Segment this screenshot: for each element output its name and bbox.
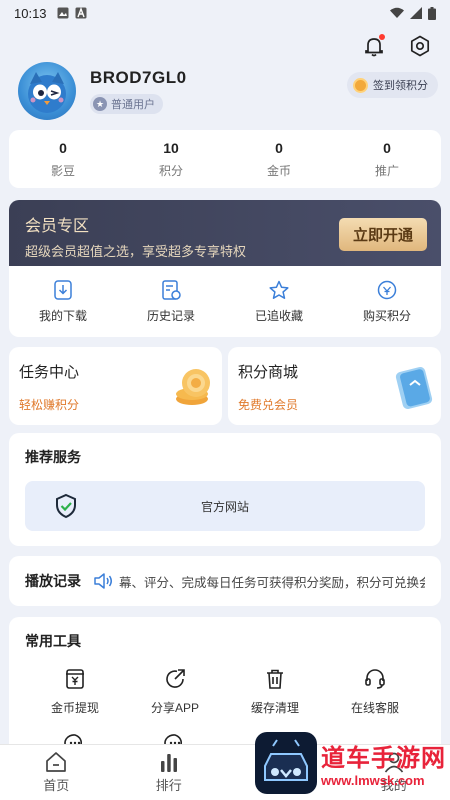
star-icon [269, 280, 289, 299]
stat-yingdou[interactable]: 0 影豆 [9, 130, 117, 188]
status-bar: 10:13 [0, 0, 450, 26]
tasks-card: 任务中心 轻松赚积分 积分商城 免费兑会员 [9, 347, 441, 425]
battery-icon [428, 6, 436, 20]
services-title: 推荐服务 [25, 449, 81, 465]
tool-label: 金币提现 [50, 701, 99, 715]
vip-item-label: 购买积分 [362, 309, 411, 323]
share-app-tool[interactable]: 分享APP [125, 667, 225, 716]
stat-value: 10 [163, 139, 179, 156]
stat-value: 0 [59, 139, 67, 156]
tab-label: 首页 [43, 778, 70, 793]
avatar[interactable] [18, 62, 76, 120]
tool-label: 缓存清理 [250, 701, 299, 715]
vip-item-label: 我的下载 [38, 309, 87, 323]
site-watermark: 道车手游网 www.lmwsk.com [255, 732, 446, 794]
points-mall[interactable]: 积分商城 免费兑会员 [228, 347, 441, 425]
vip-card: 会员专区 超级会员超值之选，享受超多专享特权 立即开通 我的下载 历史记录 已追… [9, 200, 441, 337]
gallery-notification-icon [57, 7, 69, 19]
stat-promotion[interactable]: 0 推广 [333, 130, 441, 188]
watermark-logo-icon [255, 732, 317, 794]
vip-item-label: 历史记录 [146, 309, 195, 323]
wifi-icon [390, 7, 404, 18]
withdraw-icon [66, 669, 84, 689]
recommended-services-card: 推荐服务 官方网站 [9, 433, 441, 546]
tab-label: 排行 [155, 778, 182, 793]
stat-label: 影豆 [50, 163, 75, 178]
online-support-tool[interactable]: 在线客服 [325, 667, 425, 716]
tool-label: 在线客服 [350, 701, 399, 715]
coin-stack-icon [176, 369, 210, 405]
play-history-card[interactable]: 播放记录 幕、评分、完成每日任务可获得积分奖励，积分可兑换会 [9, 556, 441, 606]
level-star-icon: ★ [93, 97, 107, 111]
stat-label: 推广 [374, 163, 399, 178]
stat-value: 0 [275, 139, 283, 156]
stat-points[interactable]: 10 积分 [117, 130, 225, 188]
a-notification-icon [75, 7, 87, 19]
tools-title: 常用工具 [25, 633, 81, 649]
rank-icon [160, 754, 177, 772]
watermark-title: 道车手游网 [321, 744, 446, 772]
official-website-item[interactable]: 官方网站 [25, 481, 425, 531]
coin-icon [353, 77, 368, 93]
settings-gear-icon[interactable] [408, 34, 432, 58]
stat-value: 0 [383, 139, 391, 156]
vip-item-label: 已追收藏 [254, 309, 303, 323]
home-icon [46, 752, 67, 772]
tool-label: 分享APP [150, 701, 199, 715]
notification-bell-icon[interactable] [362, 34, 386, 58]
user-level-badge: ★ 普通用户 [90, 94, 163, 114]
download-icon [54, 280, 72, 300]
username: BROD7GL0 [90, 68, 187, 87]
stat-coins[interactable]: 0 金币 [225, 130, 333, 188]
my-downloads-item[interactable]: 我的下载 [9, 266, 117, 337]
service-label: 官方网站 [200, 499, 249, 514]
signin-points-button[interactable]: 签到领积分 [347, 72, 438, 98]
share-icon [166, 669, 185, 688]
watermark-url: www.lmwsk.com [321, 773, 425, 788]
favorites-item[interactable]: 已追收藏 [225, 266, 333, 337]
play-history-title: 播放记录 [25, 573, 81, 589]
vip-banner: 会员专区 超级会员超值之选，享受超多专享特权 立即开通 [9, 200, 441, 266]
notification-dot [379, 34, 385, 40]
speaker-icon [94, 573, 112, 589]
tab-rank[interactable]: 排行 [113, 745, 226, 800]
tab-home[interactable]: 首页 [0, 745, 113, 800]
history-item[interactable]: 历史记录 [117, 266, 225, 337]
points-icon [377, 280, 397, 300]
stat-label: 积分 [158, 163, 183, 178]
stat-label: 金币 [266, 163, 291, 178]
stats-card: 0 影豆 10 积分 0 金币 0 推广 [9, 130, 441, 188]
clear-cache-tool[interactable]: 缓存清理 [225, 667, 325, 716]
signin-label: 签到领积分 [373, 80, 428, 92]
history-icon [162, 280, 181, 300]
card-icon [395, 366, 433, 410]
user-level-label: 普通用户 [111, 99, 155, 111]
buy-points-item[interactable]: 购买积分 [333, 266, 441, 337]
announcement-marquee: 幕、评分、完成每日任务可获得积分奖励，积分可兑换会 [119, 575, 425, 590]
trash-icon [267, 669, 283, 689]
profile-header: BROD7GL0 ★ 普通用户 签到领积分 [18, 60, 438, 122]
headset-icon [365, 669, 385, 689]
status-time: 10:13 [14, 5, 47, 21]
vip-open-button[interactable]: 立即开通 [338, 218, 427, 251]
task-center[interactable]: 任务中心 轻松赚积分 [9, 347, 222, 425]
withdraw-coins-tool[interactable]: 金币提现 [25, 667, 125, 716]
signal-icon [410, 7, 422, 19]
